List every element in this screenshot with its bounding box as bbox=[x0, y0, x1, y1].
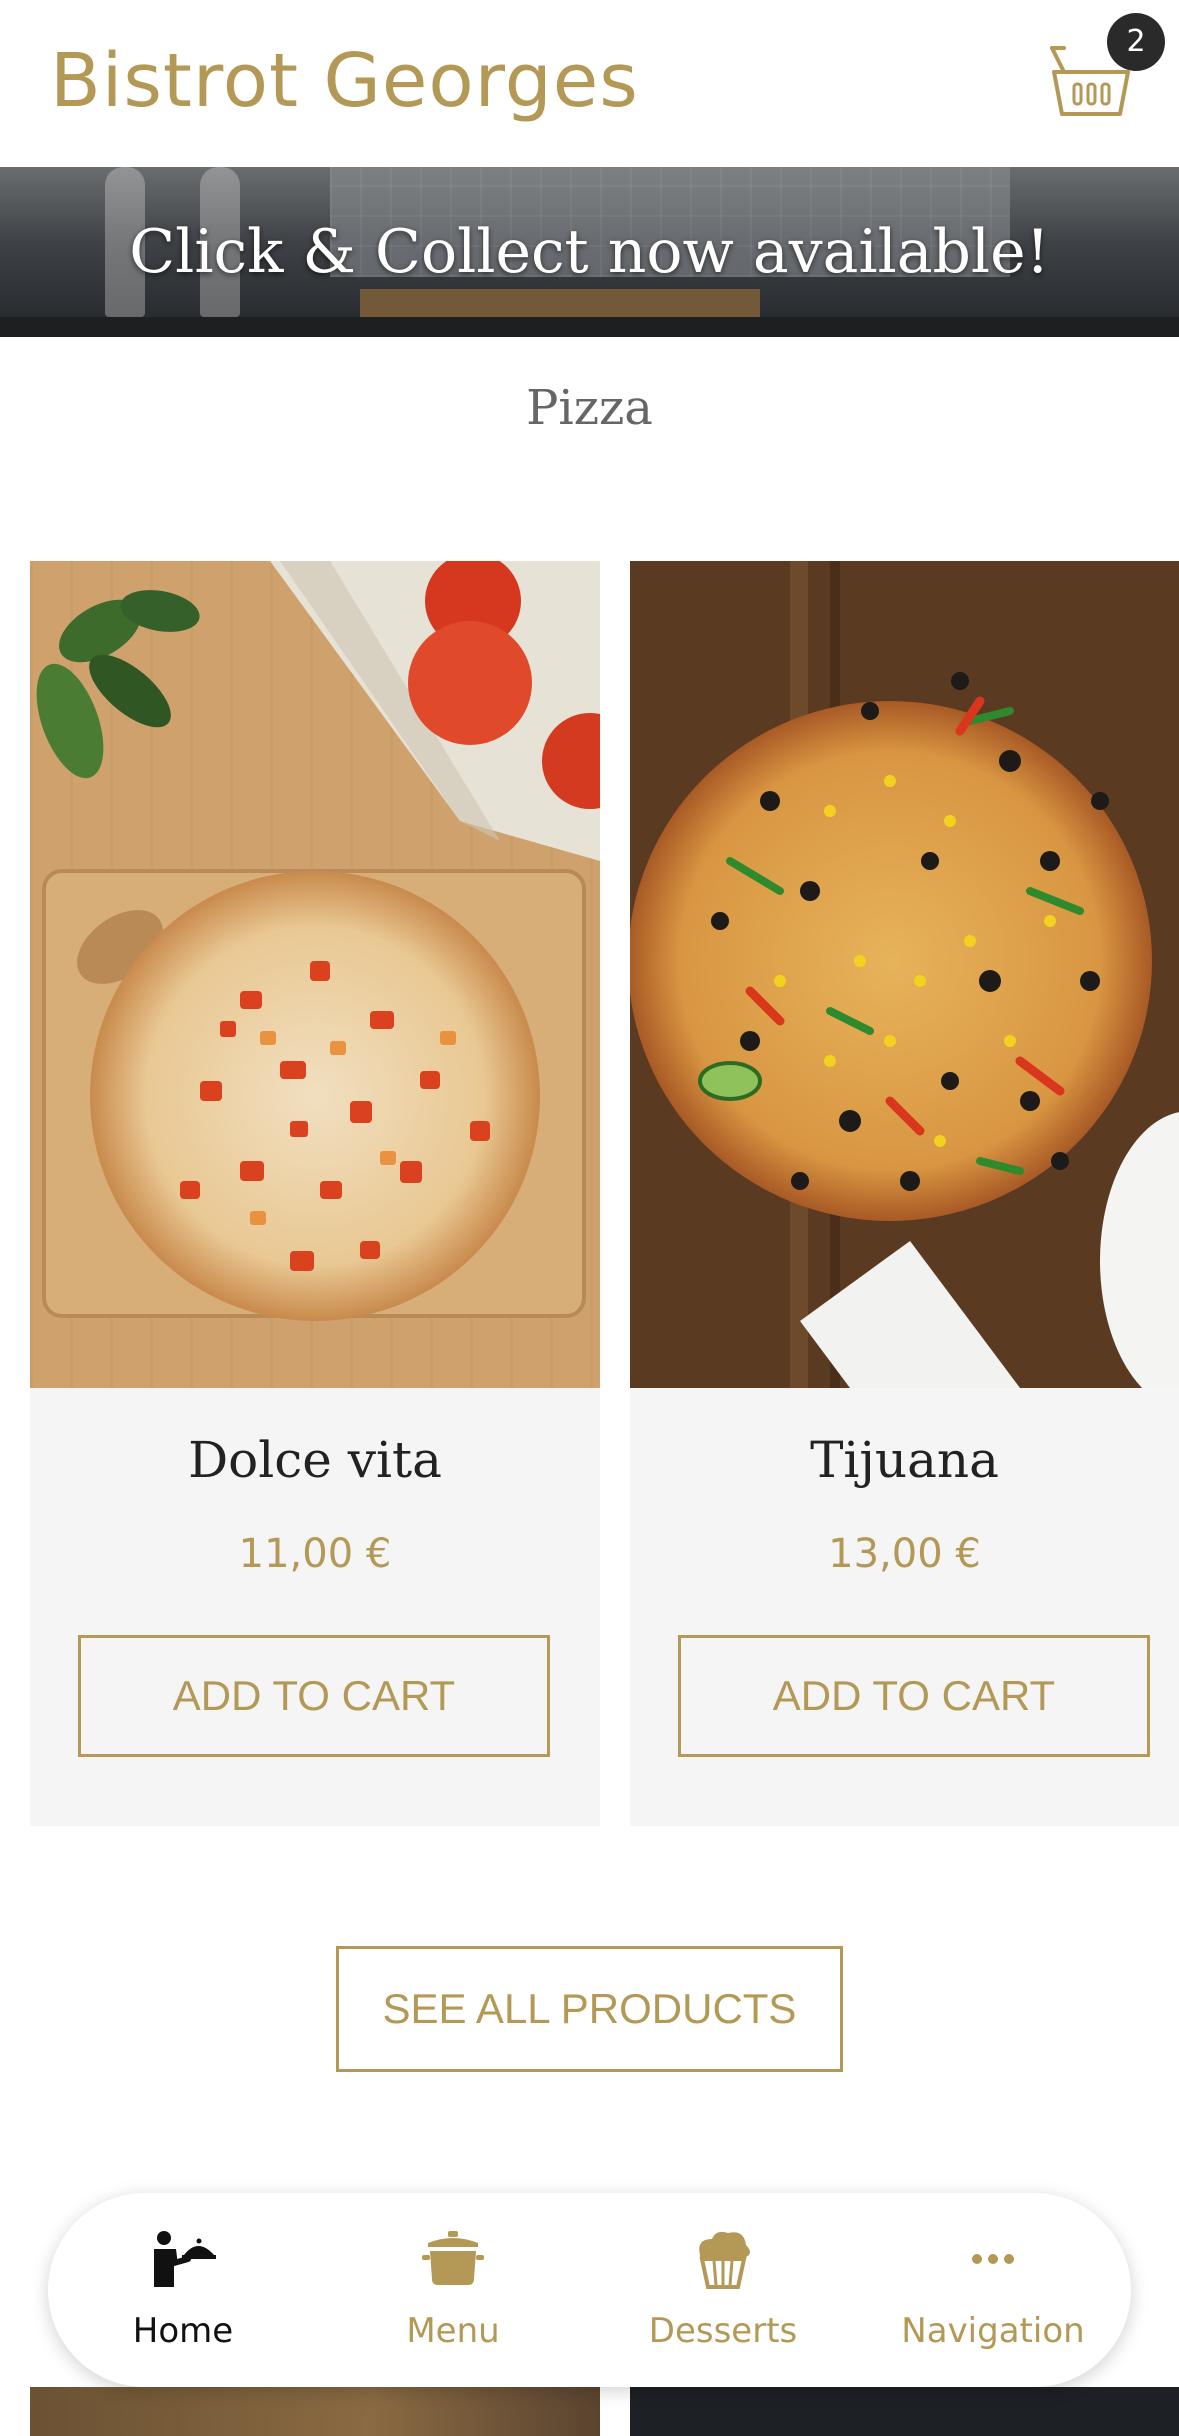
nav-item-home[interactable]: Home bbox=[48, 2193, 318, 2387]
product-price: 11,00 € bbox=[238, 1531, 392, 1577]
bottom-navigation-bar: Home Menu Desserts Navigation bbox=[48, 2193, 1131, 2387]
cart-count-badge: 2 bbox=[1107, 13, 1165, 71]
cupcake-icon bbox=[699, 2231, 750, 2289]
waiter-icon bbox=[154, 2231, 216, 2287]
banner-text: Click & Collect now available! bbox=[129, 217, 1050, 287]
product-name[interactable]: Dolce vita bbox=[30, 1431, 600, 1489]
nav-label: Home bbox=[132, 2311, 234, 2351]
product-price: 13,00 € bbox=[828, 1531, 981, 1577]
nav-item-menu[interactable]: Menu bbox=[318, 2193, 588, 2387]
product-card[interactable]: Tijuana 13,00 € ADD TO CART bbox=[630, 561, 1179, 1826]
nav-label: Navigation bbox=[901, 2311, 1085, 2351]
app-header: Bistrot Georges 2 bbox=[0, 0, 1179, 165]
nav-item-desserts[interactable]: Desserts bbox=[588, 2193, 858, 2387]
category-title: Pizza bbox=[526, 380, 653, 436]
product-image-tijuana[interactable] bbox=[630, 561, 1179, 1388]
nav-label: Menu bbox=[406, 2311, 500, 2351]
product-image-dolce-vita[interactable] bbox=[30, 561, 600, 1388]
brand-title[interactable]: Bistrot Georges bbox=[50, 38, 639, 124]
product-image-peek[interactable] bbox=[30, 2387, 600, 2436]
product-name[interactable]: Tijuana bbox=[630, 1431, 1179, 1489]
product-card[interactable]: Dolce vita 11,00 € ADD TO CART bbox=[30, 561, 600, 1826]
add-to-cart-button[interactable]: ADD TO CART bbox=[678, 1635, 1150, 1757]
promo-banner[interactable]: Click & Collect now available! bbox=[0, 167, 1179, 337]
see-all-products-button[interactable]: SEE ALL PRODUCTS bbox=[336, 1946, 843, 2072]
more-dots-icon bbox=[972, 2254, 1014, 2264]
add-to-cart-button[interactable]: ADD TO CART bbox=[78, 1635, 550, 1757]
pot-icon bbox=[422, 2231, 484, 2285]
nav-label: Desserts bbox=[648, 2311, 798, 2351]
nav-item-navigation[interactable]: Navigation bbox=[858, 2193, 1128, 2387]
product-image-peek[interactable] bbox=[630, 2387, 1179, 2436]
